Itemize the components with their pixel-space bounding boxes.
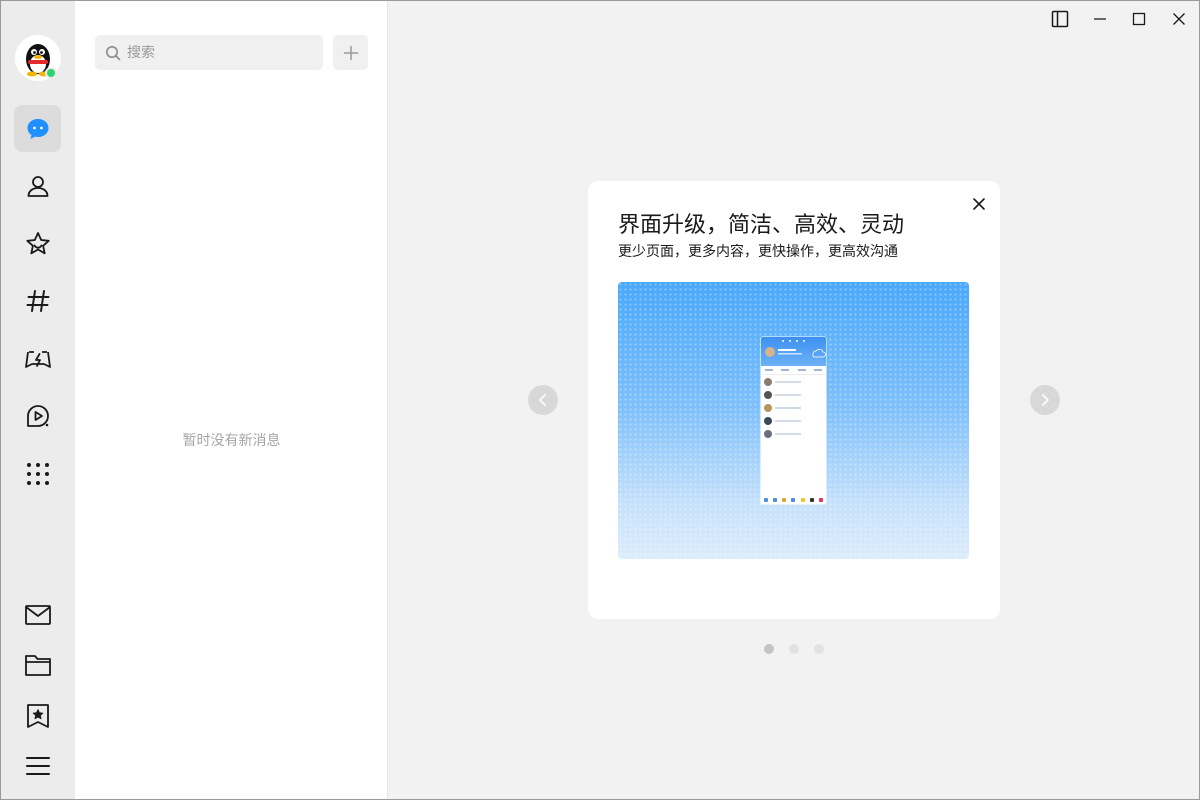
person-icon xyxy=(27,175,48,197)
search-icon xyxy=(106,45,121,60)
add-button[interactable] xyxy=(333,35,368,70)
maximize-icon xyxy=(1132,12,1146,26)
mail-icon xyxy=(24,604,51,625)
close-window-button[interactable] xyxy=(1166,6,1192,32)
star-icon xyxy=(25,231,50,254)
nav-contacts[interactable] xyxy=(14,162,61,209)
nav-favorites[interactable] xyxy=(14,220,61,267)
grid-icon xyxy=(26,462,49,485)
nav-channels[interactable] xyxy=(14,277,61,324)
video-icon xyxy=(26,404,49,427)
conversation-list-pane: 暂时没有新消息 xyxy=(75,0,388,800)
close-icon xyxy=(973,198,985,210)
nav-messages[interactable] xyxy=(14,105,61,152)
nav-video[interactable] xyxy=(14,392,61,439)
carousel-pager xyxy=(764,644,824,654)
bookmark-icon xyxy=(26,703,49,728)
card-title: 界面升级，简洁、高效、灵动 xyxy=(618,213,905,238)
carousel-next-button[interactable] xyxy=(1030,385,1060,415)
nav-rail xyxy=(0,0,75,800)
phone-mockup xyxy=(761,337,826,504)
chevron-left-icon xyxy=(539,394,546,406)
pager-dot-2[interactable] xyxy=(789,644,799,654)
menu-icon xyxy=(25,756,50,775)
nav-bookmarks[interactable] xyxy=(14,692,61,739)
sidebar-toggle-icon xyxy=(1051,10,1069,28)
nav-files[interactable] xyxy=(14,641,61,688)
close-icon xyxy=(1173,13,1185,25)
nav-apps[interactable] xyxy=(14,450,61,497)
minimize-icon xyxy=(1094,18,1106,20)
plus-icon xyxy=(343,45,358,60)
hashtag-icon xyxy=(26,289,49,312)
card-subtitle: 更少页面，更多内容，更快操作，更高效沟通 xyxy=(618,244,898,260)
feature-preview-image xyxy=(618,282,969,559)
pager-dot-3[interactable] xyxy=(814,644,824,654)
toggle-sidebar-button[interactable] xyxy=(1047,6,1073,32)
search-box[interactable] xyxy=(95,35,323,70)
chat-bubble-icon xyxy=(27,118,48,139)
empty-state-text: 暂时没有新消息 xyxy=(182,433,281,449)
search-input[interactable] xyxy=(127,44,307,61)
nav-menu[interactable] xyxy=(14,742,61,789)
nav-mail[interactable] xyxy=(14,591,61,638)
avatar[interactable] xyxy=(15,35,61,81)
chevron-right-icon xyxy=(1042,394,1049,406)
game-controller-icon xyxy=(24,350,51,368)
card-close-button[interactable] xyxy=(968,193,990,215)
online-status-badge xyxy=(45,67,57,79)
feature-intro-card: 界面升级，简洁、高效、灵动 更少页面，更多内容，更快操作，更高效沟通 xyxy=(588,181,1000,619)
carousel-prev-button[interactable] xyxy=(528,385,558,415)
minimize-button[interactable] xyxy=(1087,6,1113,32)
pager-dot-1[interactable] xyxy=(764,644,774,654)
folder-icon xyxy=(24,654,51,676)
nav-games[interactable] xyxy=(14,335,61,382)
maximize-button[interactable] xyxy=(1126,6,1152,32)
